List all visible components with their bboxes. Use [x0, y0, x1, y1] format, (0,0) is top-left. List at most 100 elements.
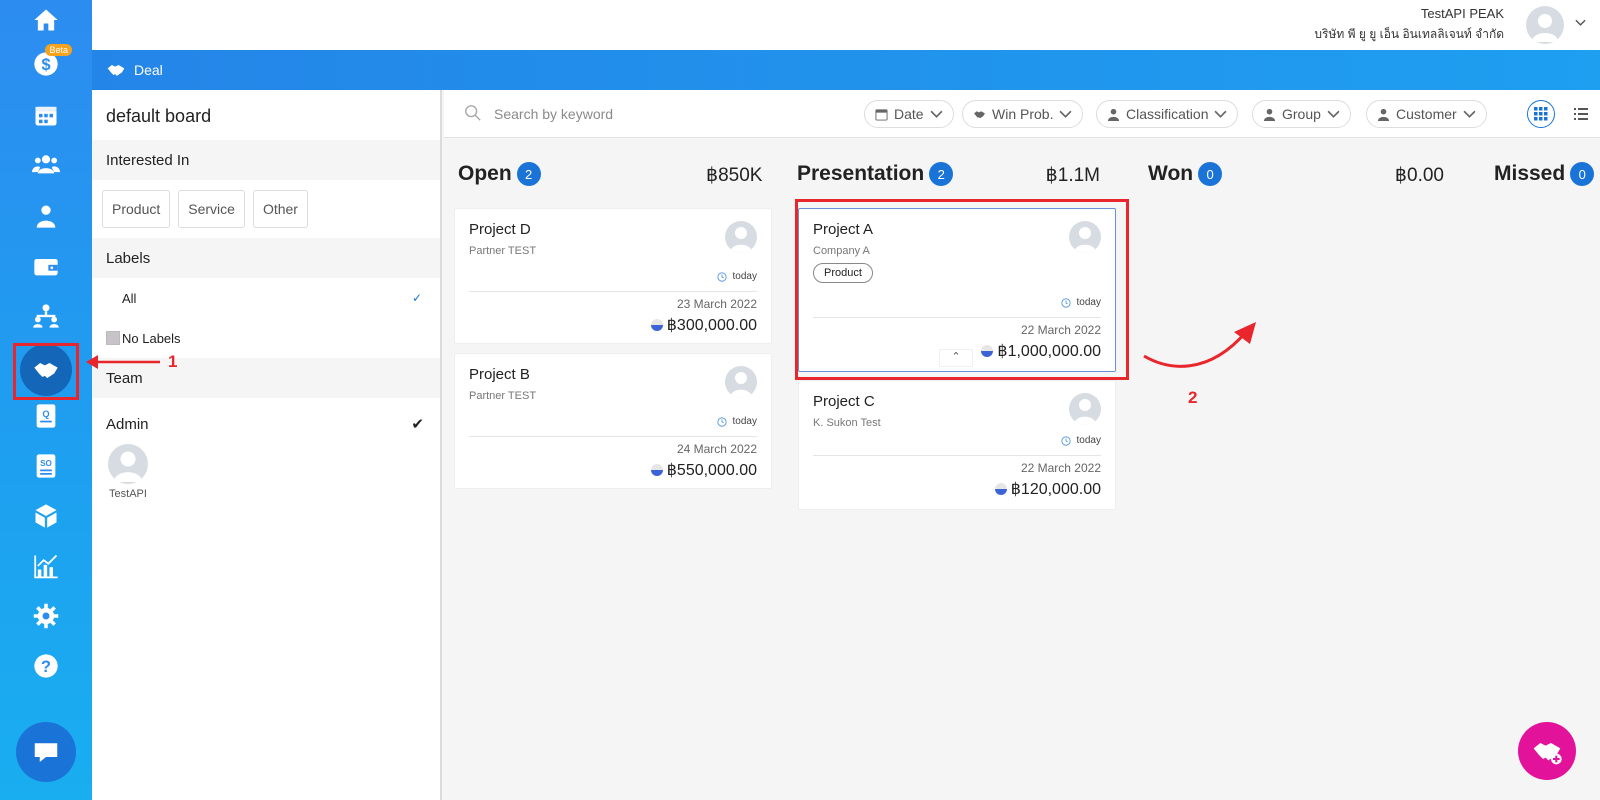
user-avatar[interactable] — [1526, 6, 1564, 44]
team-member[interactable]: TestAPI — [92, 444, 182, 500]
contact-person-icon[interactable] — [26, 196, 66, 236]
user-info[interactable]: TestAPI PEAK บริษัท พี ยู ยู เอ็น อินเทล… — [1314, 6, 1504, 44]
deal-time: today — [716, 416, 757, 427]
column-presentation-header: Presentation 2 — [797, 162, 954, 186]
chevron-down-icon[interactable] — [1575, 18, 1586, 30]
deal-board: Date Win Prob. Classification Group Cust… — [444, 90, 1600, 800]
help-question-icon[interactable]: ? — [26, 646, 66, 686]
nav-rail: $ Beta Q SO ? — [0, 0, 92, 800]
annotation-arrow-left-icon — [86, 355, 160, 369]
svg-text:$: $ — [41, 56, 50, 74]
filter-win-prob-label: Win Prob. — [992, 106, 1054, 122]
filter-sidebar: default board Interested In Product Serv… — [92, 90, 442, 800]
person-small-icon — [1107, 108, 1120, 121]
option-product[interactable]: Product — [102, 190, 171, 228]
chevron-down-icon — [1214, 110, 1227, 118]
column-presentation-name: Presentation — [797, 162, 925, 185]
calendar-icon[interactable] — [26, 95, 66, 135]
team-structure-icon[interactable] — [26, 296, 66, 336]
label-all-text: All — [122, 290, 137, 306]
home-icon[interactable] — [26, 0, 66, 40]
search-input[interactable] — [494, 100, 794, 128]
column-open-count: 2 — [516, 162, 541, 186]
deal-card[interactable]: Project D Partner TEST today 23 March 20… — [454, 208, 772, 344]
product-box-icon[interactable] — [26, 496, 66, 536]
settings-gear-icon[interactable] — [26, 596, 66, 636]
filter-date[interactable]: Date — [864, 100, 954, 128]
svg-text:?: ? — [41, 658, 51, 676]
report-chart-icon[interactable] — [26, 546, 66, 586]
column-presentation-amount: ฿1.1M — [1045, 165, 1100, 186]
deal-card[interactable]: Project B Partner TEST today 24 March 20… — [454, 353, 772, 489]
deal-title: Project C — [813, 393, 875, 410]
board-name[interactable]: default board — [92, 90, 440, 140]
calendar-small-icon — [875, 108, 888, 121]
column-missed-count: 0 — [1570, 162, 1595, 186]
filter-customer[interactable]: Customer — [1366, 100, 1487, 128]
clock-icon — [716, 416, 727, 427]
label-all[interactable]: All ✓ — [92, 278, 440, 318]
member-name: TestAPI — [109, 488, 147, 500]
option-service[interactable]: Service — [178, 190, 245, 228]
admin-label: Admin — [106, 415, 149, 433]
search-icon — [465, 105, 481, 121]
annotation-step-1: 1 — [168, 352, 178, 371]
svg-text:Q: Q — [42, 409, 49, 419]
filter-classification[interactable]: Classification — [1096, 100, 1239, 128]
chevron-down-icon — [930, 110, 943, 118]
list-view-icon[interactable] — [1567, 100, 1595, 128]
filter-group[interactable]: Group — [1252, 100, 1351, 128]
deal-title: Project B — [469, 366, 530, 383]
top-header: TestAPI PEAK บริษัท พี ยู ยู เอ็น อินเทล… — [92, 0, 1600, 50]
filter-date-label: Date — [894, 106, 924, 122]
annotation-arrow-curve-icon — [1143, 322, 1256, 368]
option-other[interactable]: Other — [252, 190, 308, 228]
deal-company: Partner TEST — [469, 390, 537, 402]
filter-win-prob[interactable]: Win Prob. — [962, 100, 1084, 128]
interested-in-heading: Interested In — [92, 140, 440, 180]
annotation-step-2: 2 — [1188, 388, 1198, 407]
board-toolbar: Date Win Prob. Classification Group Cust… — [444, 90, 1600, 138]
sales-order-icon[interactable]: SO — [26, 446, 66, 486]
check-icon: ✓ — [411, 291, 422, 305]
no-labels-text: No Labels — [122, 330, 181, 346]
deal-value-text: ฿120,000.00 — [1010, 481, 1101, 498]
deal-value: ฿120,000.00 — [994, 479, 1101, 499]
card-divider — [469, 291, 757, 292]
chat-bubble-icon[interactable] — [16, 722, 76, 782]
deal-card[interactable]: Project C K. Sukon Test today 22 March 2… — [798, 380, 1116, 510]
deal-time-text: today — [732, 416, 757, 427]
column-won-header: Won 0 — [1148, 162, 1223, 186]
annotation-highlight-card — [795, 199, 1129, 380]
filter-classification-label: Classification — [1126, 106, 1209, 122]
column-won-name: Won — [1148, 162, 1194, 185]
chevron-down-icon — [1463, 110, 1476, 118]
sales-beta-icon[interactable]: $ Beta — [26, 44, 72, 84]
clock-icon — [716, 271, 727, 282]
win-prob-icon — [650, 464, 663, 476]
column-presentation-count: 2 — [929, 162, 954, 186]
deal-time: today — [1060, 435, 1101, 446]
quotation-icon[interactable]: Q — [26, 396, 66, 436]
deal-company: Partner TEST — [469, 245, 537, 257]
chevron-down-icon — [1059, 110, 1072, 118]
win-prob-icon — [650, 319, 663, 331]
wallet-icon[interactable] — [26, 246, 66, 286]
deal-owner-avatar — [725, 366, 757, 398]
grid-view-icon[interactable] — [1527, 100, 1555, 128]
deal-close-date: 22 March 2022 — [1020, 461, 1101, 475]
user-name: TestAPI PEAK — [1420, 6, 1504, 21]
page-title: Deal — [134, 62, 163, 78]
deal-time-text: today — [1076, 435, 1101, 446]
page-titlebar: Deal — [92, 50, 1600, 90]
clock-icon — [1060, 435, 1071, 446]
add-deal-handshake-icon[interactable] — [1518, 722, 1576, 780]
deal-company: K. Sukon Test — [813, 417, 881, 429]
customers-group-icon[interactable] — [26, 144, 66, 184]
handshake-icon — [107, 65, 125, 76]
labels-heading: Labels — [92, 238, 440, 278]
deal-value: ฿300,000.00 — [650, 315, 757, 335]
team-admin-row[interactable]: Admin ✔ — [92, 404, 440, 444]
deal-time-text: today — [732, 271, 757, 282]
deal-value: ฿550,000.00 — [650, 460, 757, 480]
